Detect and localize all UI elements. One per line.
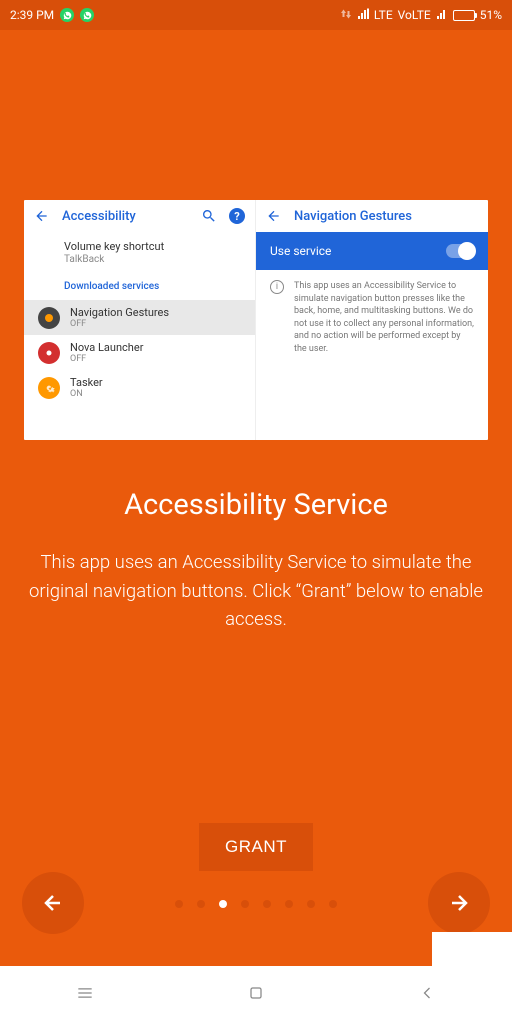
next-button[interactable] [428,872,490,934]
signal-icon [436,8,448,23]
home-button[interactable] [246,983,266,1007]
page-indicator [175,900,337,908]
whatsapp-icon [60,8,74,22]
grant-button[interactable]: GRANT [199,823,313,871]
nav-gestures-header: Navigation Gestures [256,200,488,232]
status-bar: 2:39 PM LTE VoLTE 51% [0,0,512,30]
signal-icon [357,8,369,23]
network-volte: VoLTE [398,8,431,22]
dot[interactable] [285,900,293,908]
use-service-row: Use service [256,232,488,270]
page-title: Accessibility Service [0,488,512,522]
prev-button[interactable] [22,872,84,934]
accessibility-header: Accessibility ? [24,200,255,232]
dot[interactable] [175,900,183,908]
dot[interactable] [263,900,271,908]
page-description: This app uses an Accessibility Service t… [18,548,494,634]
dot[interactable] [329,900,337,908]
nav-gestures-icon [38,307,60,329]
help-icon: ? [229,208,245,224]
dot[interactable] [241,900,249,908]
arrow-left-icon [41,891,65,915]
arrow-right-icon [447,891,471,915]
search-icon [201,208,217,224]
battery-icon [453,10,475,21]
service-description: i This app uses an Accessibility Service… [256,270,488,366]
data-icon [340,8,352,23]
app-row-nav-gestures: Navigation GesturesOFF [24,300,255,335]
info-icon: i [270,280,284,294]
recents-button[interactable] [75,983,95,1007]
whatsapp-icon [80,8,94,22]
app-row-nova: Nova LauncherOFF [24,335,255,370]
volume-shortcut-item: Volume key shortcut TalkBack [24,232,255,273]
back-button[interactable] [417,983,437,1007]
nova-icon [38,342,60,364]
dot[interactable] [197,900,205,908]
network-lte: LTE [374,8,393,22]
dot[interactable] [307,900,315,908]
status-time: 2:39 PM [10,8,54,22]
back-arrow-icon [34,208,50,224]
battery-percent: 51% [480,8,502,22]
bottom-white-block [432,932,512,966]
dot-active[interactable] [219,900,227,908]
app-row-tasker: TaskerON [24,370,255,405]
system-nav-bar [0,966,512,1024]
back-arrow-icon [266,208,282,224]
toggle-icon [446,244,474,258]
nav-gestures-title: Navigation Gestures [294,209,412,224]
tasker-icon [38,377,60,399]
downloaded-services-label: Downloaded services [24,273,255,300]
tutorial-screenshot: Accessibility ? Volume key shortcut Talk… [24,200,488,440]
accessibility-title: Accessibility [62,209,136,224]
